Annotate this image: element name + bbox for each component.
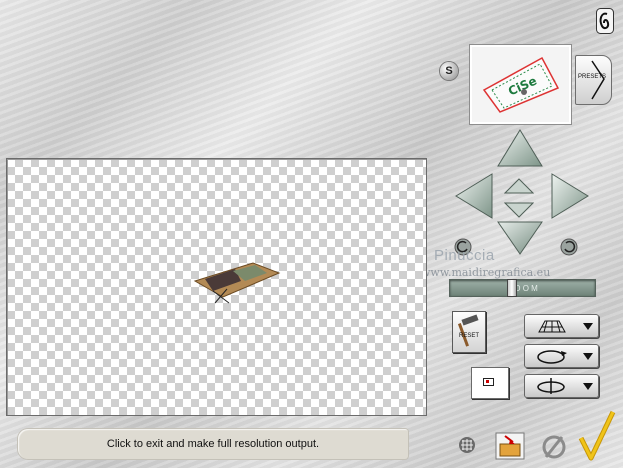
reset-button[interactable]: RESET [452,311,486,353]
rotation-dropdown[interactable] [524,344,599,368]
spin-axis-icon [537,378,565,394]
zoom-slider[interactable]: Z O O M [449,279,596,297]
grid-icon[interactable] [458,436,476,454]
frame-dot [486,380,489,383]
arrow-left-icon[interactable] [454,172,494,220]
status-bar[interactable]: Click to exit and make full resolution o… [18,429,408,459]
watermark-url: www.maidiregrafica.eu [421,266,551,279]
s-label: S [445,65,453,77]
watermark-name: Pinuccia [434,247,495,264]
frame-toggle-button[interactable] [471,367,509,399]
spin-dropdown[interactable] [524,374,599,398]
confirm-check-icon[interactable] [577,408,617,464]
perspective-dropdown[interactable] [524,314,599,338]
preset-preview-image: CiSe [482,56,560,113]
s-button-icon[interactable]: S [440,62,458,80]
nudge-down-icon[interactable] [504,202,534,218]
reset-label: RESET [459,333,480,339]
direction-pad [448,128,590,258]
perspective-grid-icon [538,320,566,333]
hammer-icon [457,314,479,347]
arrow-down-icon[interactable] [496,220,544,256]
preview-object [193,262,281,304]
preview-canvas[interactable] [6,158,427,416]
open-folder-icon[interactable] [495,432,525,460]
clip-icon[interactable] [596,8,614,34]
rotate-right-icon[interactable] [560,238,578,256]
cancel-icon[interactable] [540,433,568,461]
presets-arrow-icon [591,60,605,100]
nudge-up-icon[interactable] [504,178,534,194]
status-text: Click to exit and make full resolution o… [106,438,320,450]
arrow-up-icon[interactable] [496,128,544,168]
zoom-slider-thumb[interactable] [507,279,517,297]
preset-thumbnail[interactable]: CiSe [469,44,572,125]
arrow-right-icon[interactable] [550,172,590,220]
rotate-ellipse-icon [537,350,567,364]
chevron-down-icon [583,383,593,390]
chevron-down-icon [583,353,593,360]
chevron-down-icon [583,323,593,330]
presets-button[interactable]: PRESETS [575,55,612,105]
